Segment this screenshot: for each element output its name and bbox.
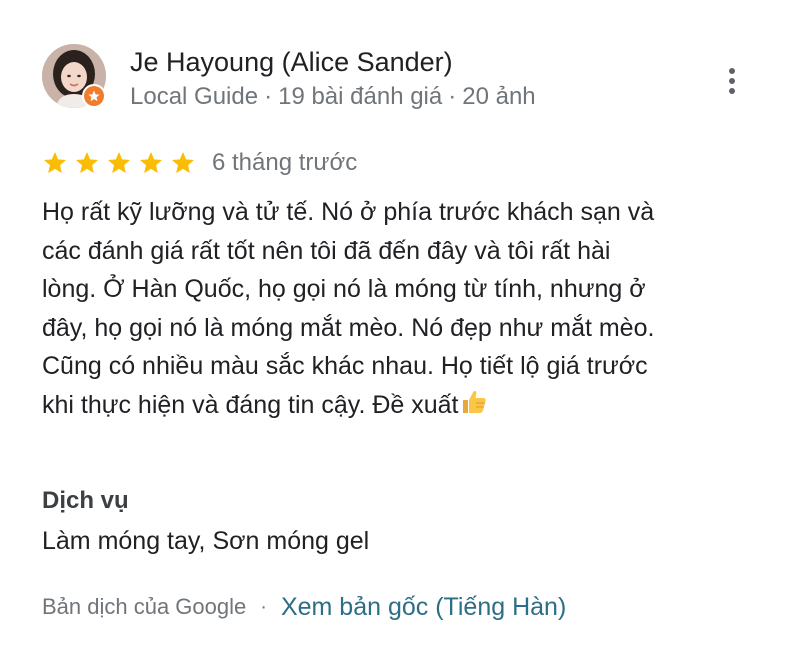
more-options-button[interactable] (716, 62, 748, 100)
reviewer-meta: Local Guide · 19 bài đánh giá · 20 ảnh (130, 80, 536, 114)
photos-count: 20 ảnh (462, 83, 536, 110)
see-original-link[interactable]: Xem bản gốc (Tiếng Hàn) (281, 593, 566, 622)
local-guide-badge-icon (82, 84, 106, 108)
rating-row: 6 tháng trước (42, 146, 357, 180)
reviews-count: 19 bài đánh giá (278, 83, 443, 110)
review-text: Họ rất kỹ lưỡng và tử tế. Nó ở phía trướ… (42, 193, 762, 427)
more-vertical-icon (729, 68, 735, 94)
review-card: Je Hayoung (Alice Sander) Local Guide · 19… (0, 0, 786, 664)
services-title: Dịch vụ (42, 487, 129, 514)
review-date: 6 tháng trước (212, 149, 358, 176)
meta-separator: · (264, 83, 273, 110)
reviewer-name[interactable]: Je Hayoung (Alice Sander) (130, 44, 453, 80)
star-icon (42, 150, 68, 176)
translation-note: Bản dịch của Google (42, 594, 247, 619)
star-icon (74, 150, 100, 176)
star-rating (42, 150, 202, 176)
star-icon (106, 150, 132, 176)
reviewer-avatar[interactable] (42, 44, 106, 108)
translation-row: Bản dịch của Google · Xem bản gốc (Tiếng… (42, 588, 566, 626)
thumbs-up-icon (459, 386, 489, 428)
star-icon (170, 150, 196, 176)
star-icon (138, 150, 164, 176)
translation-separator: · (260, 595, 267, 618)
local-guide-label: Local Guide (130, 83, 259, 110)
review-body: Họ rất kỹ lưỡng và tử tế. Nó ở phía trướ… (42, 198, 655, 419)
services-value: Làm móng tay, Sơn móng gel (42, 527, 370, 555)
meta-separator: · (448, 83, 457, 110)
